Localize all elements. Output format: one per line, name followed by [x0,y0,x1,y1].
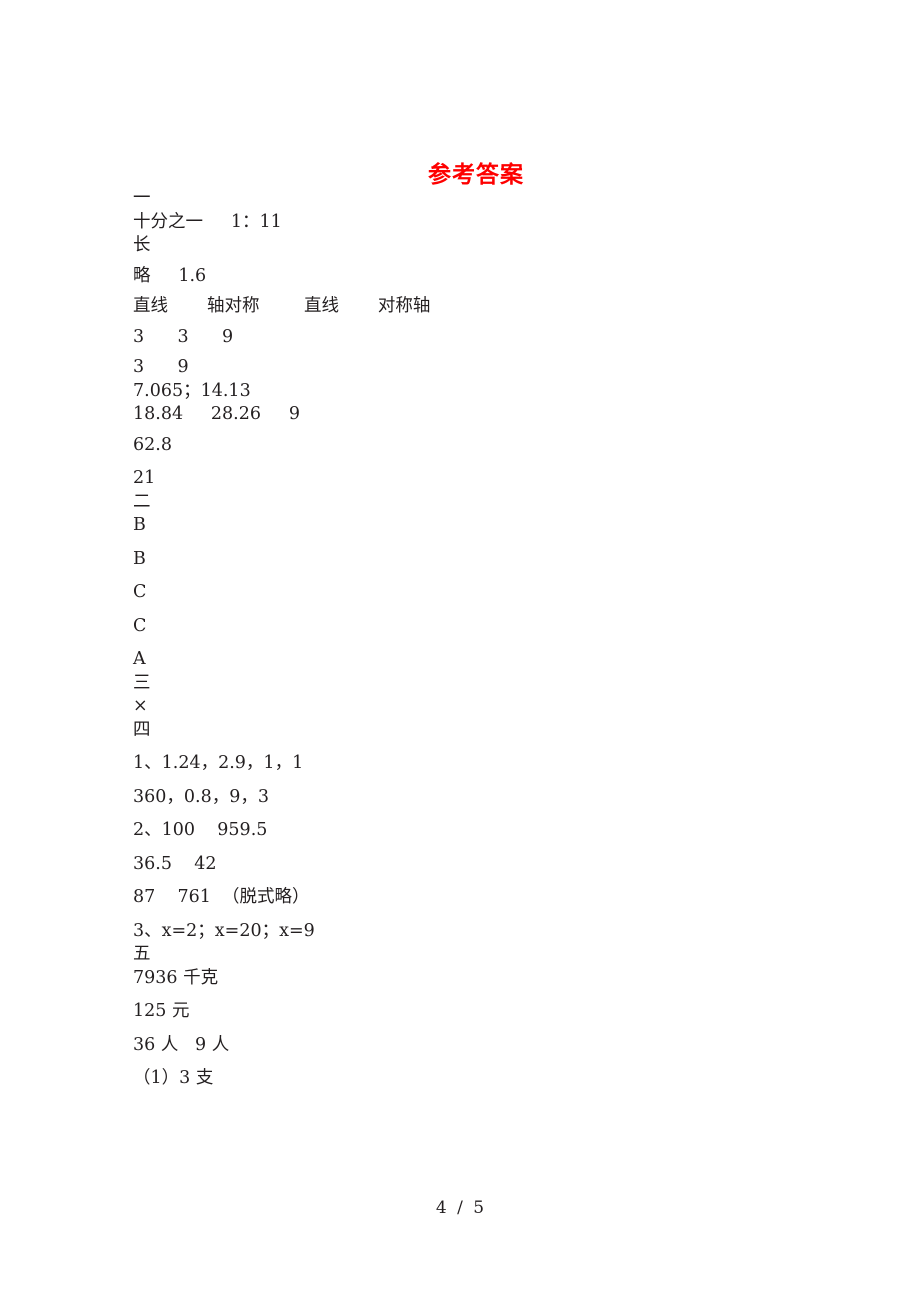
answer-line: 直线 轴对称 直线 对称轴 [133,296,431,316]
page-footer: 4 / 5 [0,1198,920,1218]
answer-line: C [133,582,147,602]
document-page: 参考答案 一十分之一 1：11 长略 1.6 直线 轴对称 直线 对称轴 3 3 9 3… [0,0,920,1302]
answer-line: 2、100 959.5 [133,820,268,840]
answer-key-body: 一十分之一 1：11 长略 1.6 直线 轴对称 直线 对称轴 3 3 9 3 9 7.0… [133,188,833,1088]
answer-line: 18.84 28.26 9 [133,404,300,424]
answer-line: 3、x=2；x=20；x=9 [133,920,315,941]
answer-line: B [133,515,146,535]
answer-line: 3 9 [133,357,189,377]
answer-line: 87 761 （脱式略） [133,887,310,907]
footer-current-page: 4 [435,1198,447,1218]
answer-line: 五 [133,944,151,964]
answer-line: 36 人 9 人 [133,1034,230,1055]
answer-line: 略 1.6 [133,265,207,286]
answer-line: 一 [133,188,151,208]
answer-line: B [133,548,146,569]
answer-line: 3 3 9 [133,326,234,347]
answer-line: 360，0.8，9，3 [133,786,270,807]
answer-line: 36.5 42 [133,853,217,874]
answer-line: 长 [133,235,151,255]
answer-line: 二 [133,491,151,512]
answer-line: 125 元 [133,1001,190,1021]
answer-line: 十分之一 1：11 [133,211,282,232]
answer-line: 7.065；14.13 [133,380,251,401]
answer-line: 62.8 [133,434,172,455]
page-title: 参考答案 [428,161,524,188]
footer-separator: / [457,1198,463,1218]
answer-line: 7936 千克 [133,967,219,988]
answer-line: C [133,615,147,636]
answer-line: 三 [133,672,151,693]
answer-line: 四 [133,719,151,740]
answer-line: 1、1.24，2.9，1，1 [133,753,304,773]
answer-line: （1）3 支 [133,1068,214,1088]
answer-line: A [133,649,146,669]
answer-line: × [133,696,148,716]
footer-total-pages: 5 [473,1198,485,1218]
answer-line: 21 [133,468,156,488]
